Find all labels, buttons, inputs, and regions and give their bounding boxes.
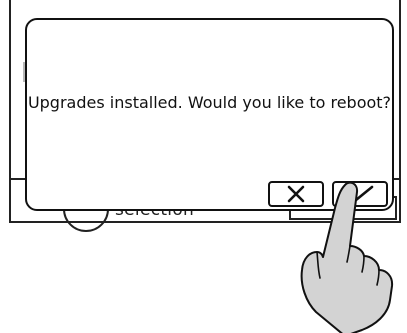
confirm-reboot-button[interactable] [332,181,388,207]
dialog-message: Upgrades installed. Would you like to re… [27,93,392,112]
cancel-button[interactable] [268,181,324,207]
checkmark-icon [346,185,374,202]
reboot-dialog: Upgrades installed. Would you like to re… [25,18,394,211]
close-icon [287,185,305,203]
